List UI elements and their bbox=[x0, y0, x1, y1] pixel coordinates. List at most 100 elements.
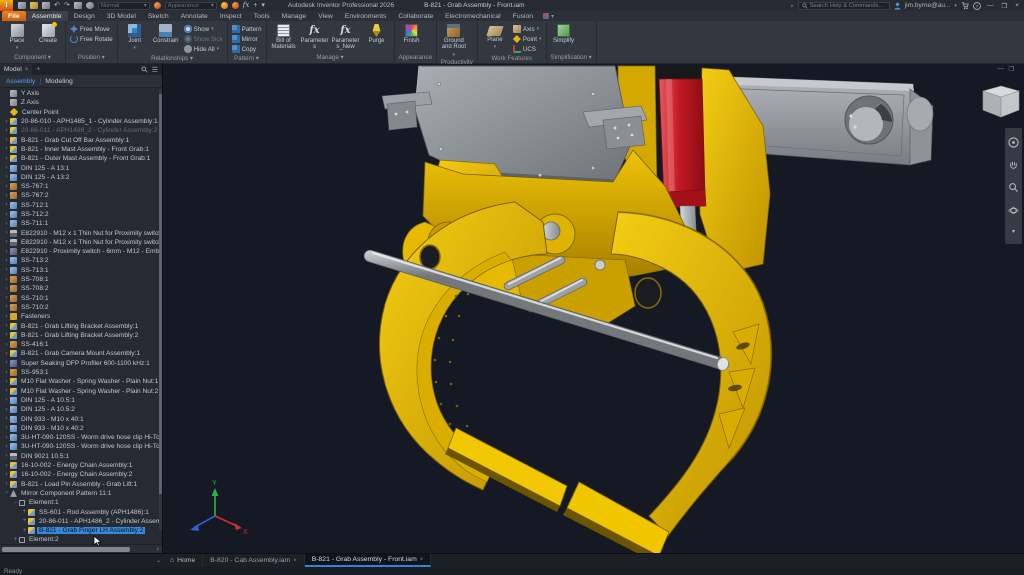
new-file-icon[interactable] bbox=[18, 2, 26, 9]
doc-restore-icon[interactable]: ❐ bbox=[1009, 66, 1014, 73]
tree-expander-icon[interactable]: › bbox=[3, 370, 10, 376]
inventor-logo-icon[interactable]: I bbox=[0, 0, 13, 11]
dropdown-chevron-icon[interactable]: ▾ bbox=[133, 45, 136, 51]
ribbon-button-finish[interactable]: Finish bbox=[397, 22, 427, 44]
orbit-icon[interactable] bbox=[1008, 205, 1019, 216]
tree-expander-icon[interactable]: › bbox=[3, 323, 10, 329]
navbar-more-icon[interactable]: ▾ bbox=[1012, 228, 1015, 235]
close-button[interactable]: × bbox=[1013, 2, 1021, 9]
document-tab-b-821-grab-assembly-front-iam[interactable]: B-821 - Grab Assembly - Front.iam × bbox=[304, 554, 432, 567]
tree-expander-icon[interactable]: › bbox=[3, 119, 10, 125]
tree-item[interactable]: › SS-712:2 bbox=[0, 210, 162, 219]
tree-expander-icon[interactable]: › bbox=[3, 277, 10, 283]
tree-item[interactable]: › DIN 125 - A 13:2 bbox=[0, 173, 162, 182]
view-cube[interactable] bbox=[981, 85, 1021, 118]
redo-icon[interactable]: ↷ bbox=[64, 2, 70, 9]
tree-item[interactable]: › B-821 - Inner Mast Assembly - Front Gra… bbox=[0, 145, 162, 154]
color-sphere-icon[interactable] bbox=[220, 2, 228, 9]
user-account[interactable]: jim.byrne@au... bbox=[905, 2, 951, 9]
search-collapse-icon[interactable]: ▸ bbox=[791, 3, 794, 9]
tree-expander-icon[interactable]: › bbox=[3, 258, 10, 264]
ribbon-group-label-position[interactable]: Position ▾ bbox=[68, 53, 115, 63]
doc-minimize-icon[interactable]: — bbox=[998, 66, 1004, 73]
dropdown-chevron-icon[interactable]: ▾ bbox=[494, 44, 497, 50]
document-tab-b-820-cab-assembly-iam[interactable]: B-820 - Cab Assembly.iam × bbox=[203, 554, 305, 567]
tree-item[interactable]: › SS-953:1 bbox=[0, 368, 162, 377]
tree-item[interactable]: › B-821 - Grab Lifting Bracket Assembly:2 bbox=[0, 331, 162, 340]
tree-item[interactable]: Z Axis bbox=[0, 98, 162, 107]
ribbon-button-constrain[interactable]: Constrain bbox=[151, 22, 181, 44]
tree-expander-icon[interactable]: › bbox=[3, 332, 10, 338]
tree-expander-icon[interactable]: › bbox=[3, 239, 10, 245]
zoom-icon[interactable] bbox=[1008, 182, 1019, 193]
minimize-button[interactable]: — bbox=[985, 2, 996, 9]
tree-expander-icon[interactable]: › bbox=[3, 472, 10, 478]
ribbon-group-label-component[interactable]: Component ▾ bbox=[2, 53, 63, 63]
ribbon-tab-collaborate[interactable]: Collaborate bbox=[392, 11, 439, 21]
ribbon-tab-environments[interactable]: Environments bbox=[339, 11, 393, 21]
tree-expander-icon[interactable]: › bbox=[3, 184, 10, 190]
tree-expander-icon[interactable]: › bbox=[3, 379, 10, 385]
tree-item[interactable]: › SS-711:1 bbox=[0, 219, 162, 228]
tree-expander-icon[interactable]: › bbox=[3, 193, 10, 199]
tree-expander-icon[interactable]: › bbox=[3, 314, 10, 320]
tree-expander-icon[interactable]: › bbox=[3, 360, 10, 366]
tree-item[interactable]: › E822910 - Proximity switch - 6mm - M12 … bbox=[0, 247, 162, 256]
ribbon-tab-3d-model[interactable]: 3D Model bbox=[101, 11, 142, 21]
tree-expander-icon[interactable]: › bbox=[3, 128, 10, 134]
tree-item[interactable]: › SS-710:2 bbox=[0, 303, 162, 312]
material-ball-icon[interactable] bbox=[85, 2, 94, 9]
tree-item[interactable]: › DIN 9021 10.5:1 bbox=[0, 452, 162, 461]
user-menu-chevron-icon[interactable]: ▾ bbox=[954, 3, 957, 9]
ribbon-button-create[interactable]: Create bbox=[33, 22, 63, 44]
hscroll-thumb[interactable] bbox=[2, 546, 130, 552]
ribbon-button-point[interactable]: Point ▾ bbox=[511, 34, 544, 44]
ribbon-button-free-rotate[interactable]: Free Rotate bbox=[68, 34, 115, 44]
tree-expander-icon[interactable]: › bbox=[3, 435, 10, 441]
tree-item[interactable]: › DIN 125 - A 10.5:2 bbox=[0, 405, 162, 414]
ribbon-button-mirror[interactable]: Mirror bbox=[230, 34, 264, 44]
tree-item[interactable]: › E822910 - M12 x 1 Thin Nut for Proximit… bbox=[0, 238, 162, 247]
tree-expander-icon[interactable]: › bbox=[3, 453, 10, 459]
document-tab-home[interactable]: ⌂ Home bbox=[163, 554, 204, 567]
navigation-wheel-icon[interactable] bbox=[1008, 137, 1019, 148]
color-sphere2-icon[interactable] bbox=[231, 2, 239, 9]
ribbon-tab-file[interactable]: File bbox=[2, 11, 26, 21]
browser-menu-icon[interactable]: ☰ bbox=[152, 66, 158, 74]
tree-expander-icon[interactable]: › bbox=[3, 221, 10, 227]
tree-item[interactable]: + SS-601 - Rod Assembly (APH1486):1 bbox=[0, 507, 162, 516]
tree-item[interactable]: › 3U-HT-090-120SS - Worm drive hose clip … bbox=[0, 433, 162, 442]
tree-expander-icon[interactable]: › bbox=[3, 444, 10, 450]
ribbon-tab-manage[interactable]: Manage bbox=[276, 11, 313, 21]
ribbon-tab-fusion[interactable]: Fusion bbox=[507, 11, 539, 21]
navigation-bar[interactable]: ▾ bbox=[1005, 128, 1022, 244]
ribbon-tab-inspect[interactable]: Inspect bbox=[214, 11, 248, 21]
browser-tab-close-icon[interactable]: × bbox=[25, 67, 29, 73]
tree-item[interactable]: › 20-86-010 - APH1485_1 - Cylinder Assemb… bbox=[0, 117, 162, 126]
tree-item[interactable]: › B-821 - Grab Camera Mount Assembly:1 bbox=[0, 349, 162, 358]
tree-item[interactable]: + Element:2 bbox=[0, 535, 162, 544]
ribbon-tab-view[interactable]: View bbox=[312, 11, 339, 21]
tree-item[interactable]: › SS-708:1 bbox=[0, 275, 162, 284]
tree-expander-icon[interactable]: + bbox=[21, 518, 28, 524]
tree-expander-icon[interactable]: › bbox=[3, 137, 10, 143]
tree-expander-icon[interactable]: › bbox=[3, 230, 10, 236]
tree-expander-icon[interactable]: › bbox=[3, 295, 10, 301]
ribbon-button-parameters[interactable]: Parameters bbox=[300, 22, 330, 51]
tree-item[interactable]: − Mirror Component Pattern 11:1 bbox=[0, 489, 162, 498]
tab-close-icon[interactable]: × bbox=[293, 558, 297, 564]
save-icon[interactable] bbox=[42, 2, 50, 9]
tree-item[interactable]: › B-821 - Outer Mast Assembly - Front Gra… bbox=[0, 154, 162, 163]
tree-item[interactable]: › M10 Flat Washer - Spring Washer - Plain… bbox=[0, 387, 162, 396]
cart-icon[interactable] bbox=[961, 1, 969, 10]
ribbon-group-label-work-features[interactable]: Work Features bbox=[480, 54, 544, 64]
tree-item[interactable]: › SS-708:2 bbox=[0, 284, 162, 293]
tree-item[interactable]: › DIN 125 - A 10.5:1 bbox=[0, 396, 162, 405]
ribbon-tab-design[interactable]: Design bbox=[68, 11, 101, 21]
tree-horizontal-scrollbar[interactable]: › bbox=[0, 544, 162, 553]
tree-item[interactable]: › 3U-HT-090-120SS - Worm drive hose clip … bbox=[0, 442, 162, 451]
tree-item[interactable]: › DIN 125 - A 13:1 bbox=[0, 163, 162, 172]
tree-vertical-scrollbar[interactable] bbox=[159, 90, 162, 530]
dropdown-chevron-icon[interactable]: ▾ bbox=[211, 26, 214, 32]
panel-collapse-chevron[interactable]: ⌄ bbox=[0, 554, 163, 567]
